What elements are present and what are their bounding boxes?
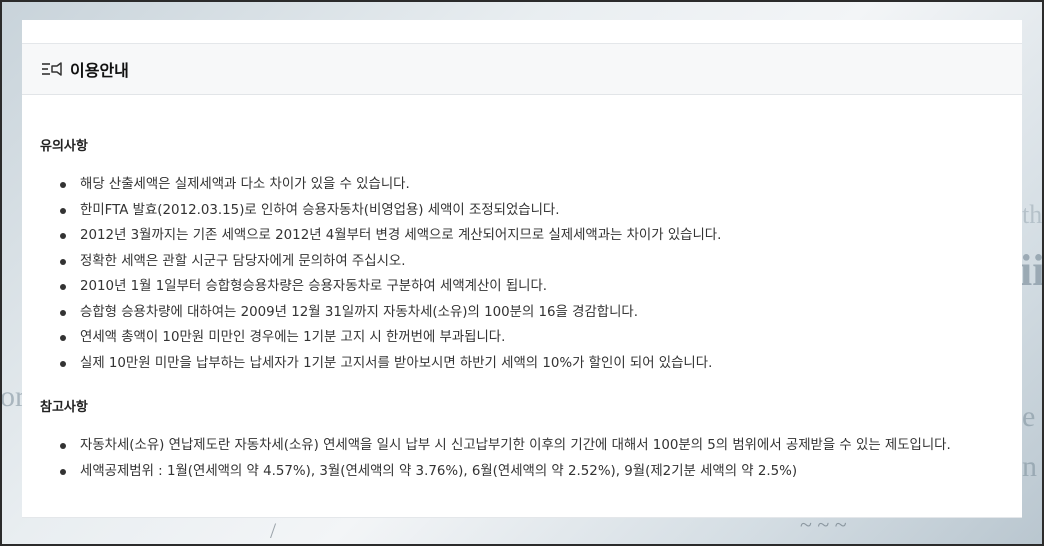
list-item: 자동차세(소유) 연납제도란 자동차세(소유) 연세액을 일시 납부 시 신고납… (60, 433, 1004, 459)
usage-guide-panel: 이용안내 유의사항 해당 산출세액은 실제세액과 다소 차이가 있을 수 있습니… (22, 20, 1022, 518)
panel-bottom-border (22, 517, 1022, 518)
notice-list-icon (41, 61, 63, 77)
panel-content: 유의사항 해당 산출세액은 실제세액과 다소 차이가 있을 수 있습니다. 한미… (22, 95, 1022, 484)
section-title-references: 참고사항 (40, 400, 88, 415)
section-title-cautions: 유의사항 (40, 139, 88, 154)
list-item: 실제 10만원 미만을 납부하는 납세자가 1기분 고지서를 받아보시면 하반기… (60, 351, 1004, 377)
panel-header: 이용안내 (22, 44, 1022, 95)
list-item: 해당 산출세액은 실제세액과 다소 차이가 있을 수 있습니다. (60, 172, 1004, 198)
list-item: 2012년 3월까지는 기존 세액으로 2012년 4월부터 변경 세액으로 계… (60, 223, 1004, 249)
background-decoration: n (1022, 450, 1037, 483)
background-decoration: th (1022, 200, 1043, 229)
panel-top-bar (22, 20, 1022, 44)
cautions-list: 해당 산출세액은 실제세액과 다소 차이가 있을 수 있습니다. 한미FTA 발… (40, 172, 1004, 376)
list-item: 정확한 세액은 관할 시군구 담당자에게 문의하여 주십시오. (60, 249, 1004, 275)
background-decoration: ii (1020, 246, 1044, 295)
list-item: 2010년 1월 1일부터 승합형승용차량은 승용자동차로 구분하여 세액계산이… (60, 274, 1004, 300)
references-list: 자동차세(소유) 연납제도란 자동차세(소유) 연세액을 일시 납부 시 신고납… (40, 433, 1004, 484)
list-item: 승합형 승용차량에 대하여는 2009년 12월 31일까지 자동차세(소유)의… (60, 300, 1004, 326)
list-item: 연세액 총액이 10만원 미만인 경우에는 1기분 고지 시 한꺼번에 부과됩니… (60, 325, 1004, 351)
background-decoration: / (270, 518, 277, 543)
panel-title: 이용안내 (70, 61, 129, 80)
list-item: 세액공제범위 : 1월(연세액의 약 4.57%), 3월(연세액의 약 3.7… (60, 459, 1004, 485)
list-item: 한미FTA 발효(2012.03.15)로 인하여 승용자동차(비영업용) 세액… (60, 198, 1004, 224)
background-decoration: e (1022, 400, 1036, 433)
